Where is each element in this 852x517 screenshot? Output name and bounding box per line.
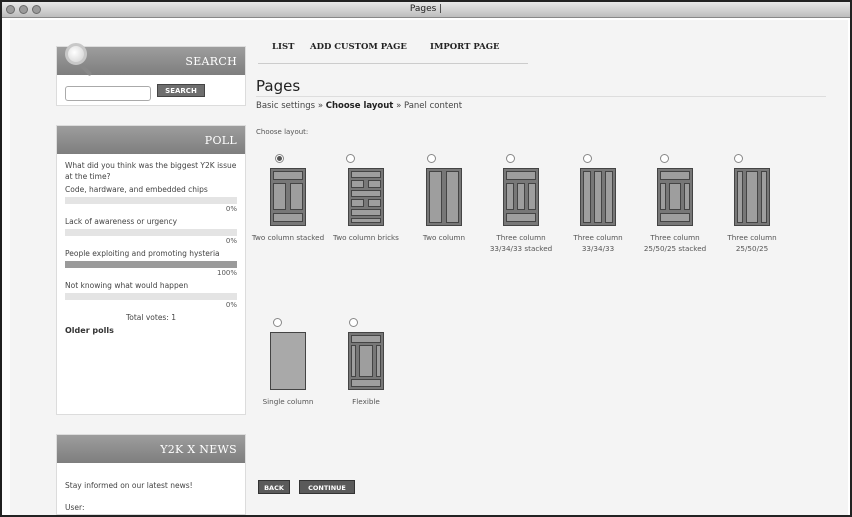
news-body: Stay informed on our latest news! User:: [57, 463, 245, 517]
poll-option: Code, hardware, and embedded chips 0%: [65, 184, 237, 214]
poll-option-bar: [65, 229, 237, 236]
choose-layout-label: Choose layout:: [256, 128, 309, 136]
layout-label: Two column bricks: [333, 233, 399, 242]
poll-heading: POLL: [57, 126, 245, 154]
breadcrumb-separator: »: [317, 101, 324, 111]
search-block: SEARCH SEARCH: [56, 43, 246, 106]
layout-option-flexible[interactable]: Flexible: [326, 318, 406, 418]
news-block: Y2K X NEWS Stay informed on our latest n…: [56, 434, 246, 515]
two-column-icon: [426, 168, 462, 226]
poll-option-percent: 0%: [225, 301, 237, 309]
continue-button[interactable]: CONTINUE: [299, 480, 355, 494]
magnifier-icon: [65, 43, 87, 65]
layout-label: Three column 33/34/33 stacked: [489, 233, 553, 253]
poll-option: People exploiting and promoting hysteria…: [65, 248, 237, 278]
browser-window: Pages | SEARCH SEARCH POLL What did you …: [0, 0, 852, 517]
poll-question: What did you think was the biggest Y2K i…: [65, 161, 237, 181]
layout-radio[interactable]: [734, 154, 743, 163]
poll-bar-fill: [65, 261, 237, 268]
tab-list[interactable]: LIST: [272, 42, 294, 52]
search-block-header: SEARCH: [57, 43, 245, 77]
breadcrumb-step-basic: Basic settings: [256, 101, 316, 111]
title-divider: [256, 96, 826, 97]
older-polls-link[interactable]: Older polls: [65, 325, 237, 336]
news-text: Stay informed on our latest news!: [65, 481, 193, 490]
poll-option-bar: [65, 261, 237, 268]
three-column-25-50-25-stacked-icon: [657, 168, 693, 226]
layout-option-two-column-stacked[interactable]: Two column stacked: [248, 154, 328, 264]
search-row: SEARCH: [65, 83, 205, 102]
search-heading: SEARCH: [185, 55, 237, 68]
layout-label: Three column 25/50/25: [727, 233, 777, 253]
window-titlebar: Pages |: [2, 2, 850, 18]
breadcrumb-step-layout: Choose layout: [325, 101, 394, 111]
magnifier-handle: [79, 63, 93, 77]
search-input[interactable]: [65, 86, 151, 101]
single-column-icon: [270, 332, 306, 390]
search-button[interactable]: SEARCH: [157, 84, 205, 97]
poll-option-label: Lack of awareness or urgency: [65, 217, 178, 226]
layout-option-three-column-25-50-25-stacked[interactable]: Three column 25/50/25 stacked: [635, 154, 715, 279]
layout-radio[interactable]: [506, 154, 515, 163]
three-column-33-34-33-icon: [580, 168, 616, 226]
layout-label: Two column stacked: [251, 233, 325, 242]
layout-radio[interactable]: [273, 318, 282, 327]
layout-label: Three column 33/34/33: [573, 233, 623, 253]
layout-radio[interactable]: [349, 318, 358, 327]
tab-bar: LIST ADD CUSTOM PAGE IMPORT PAGE: [258, 40, 528, 64]
layout-option-single-column[interactable]: Single column: [248, 318, 328, 418]
layout-label: Flexible: [352, 397, 380, 406]
poll-option-label: Code, hardware, and embedded chips: [65, 185, 208, 194]
poll-option-percent: 0%: [225, 237, 237, 245]
tab-add-custom-page[interactable]: ADD CUSTOM PAGE: [310, 42, 407, 52]
layout-label: Three column 25/50/25 stacked: [643, 233, 707, 253]
breadcrumb-step-content: Panel content: [403, 101, 463, 111]
three-column-33-34-33-stacked-icon: [503, 168, 539, 226]
poll-total-votes: Total votes: 1: [125, 313, 177, 322]
layout-radio[interactable]: [275, 154, 284, 163]
poll-option: Lack of awareness or urgency 0%: [65, 216, 237, 246]
news-heading: Y2K X NEWS: [57, 435, 245, 463]
back-button[interactable]: BACK: [258, 480, 290, 494]
page-content: SEARCH SEARCH POLL What did you think wa…: [10, 20, 848, 515]
two-column-stacked-icon: [270, 168, 306, 226]
layout-radio[interactable]: [346, 154, 355, 163]
poll-option: Not knowing what would happen 0%: [65, 280, 237, 310]
poll-body: What did you think was the biggest Y2K i…: [57, 154, 245, 336]
three-column-25-50-25-icon: [734, 168, 770, 226]
poll-option-percent: 100%: [216, 269, 237, 277]
poll-block: POLL What did you think was the biggest …: [56, 125, 246, 415]
two-column-bricks-icon: [348, 168, 384, 226]
layout-label: Two column: [422, 233, 466, 242]
layout-radio[interactable]: [427, 154, 436, 163]
user-label: User:: [65, 503, 85, 512]
layout-label: Single column: [262, 397, 314, 406]
poll-option-bar: [65, 197, 237, 204]
poll-option-label: People exploiting and promoting hysteria: [65, 249, 220, 258]
layout-option-two-column[interactable]: Two column: [404, 154, 484, 264]
breadcrumb-separator: »: [396, 101, 402, 111]
layout-option-two-column-bricks[interactable]: Two column bricks: [326, 154, 406, 264]
poll-option-percent: 0%: [225, 205, 237, 213]
layout-option-three-column-25-50-25[interactable]: Three column 25/50/25: [712, 154, 792, 264]
poll-option-label: Not knowing what would happen: [65, 281, 189, 290]
page-title: Pages: [256, 77, 301, 95]
layout-option-three-column-33-34-33[interactable]: Three column 33/34/33: [558, 154, 638, 264]
layout-radio[interactable]: [660, 154, 669, 163]
layout-option-three-column-33-34-33-stacked[interactable]: Three column 33/34/33 stacked: [481, 154, 561, 279]
poll-option-bar: [65, 293, 237, 300]
layout-radio[interactable]: [583, 154, 592, 163]
flexible-layout-icon: [348, 332, 384, 390]
tab-import-page[interactable]: IMPORT PAGE: [430, 42, 500, 52]
window-title: Pages |: [409, 4, 443, 14]
breadcrumb: Basic settings » Choose layout » Panel c…: [256, 101, 462, 111]
